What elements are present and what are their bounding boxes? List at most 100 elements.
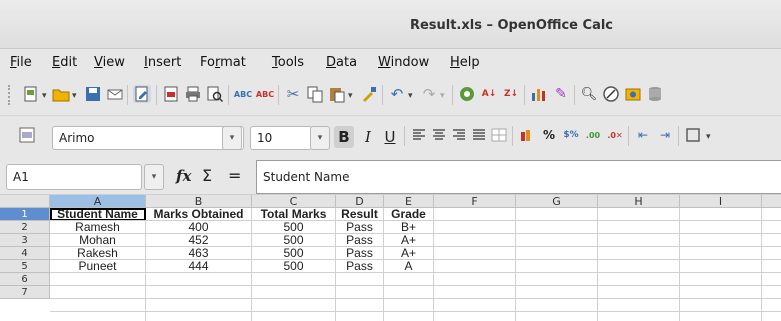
row-header[interactable]: 2	[0, 221, 50, 234]
paste-icon[interactable]	[328, 85, 346, 103]
align-left-icon[interactable]	[410, 126, 428, 144]
chevron-down-icon[interactable]: ▾	[348, 91, 353, 101]
align-center-icon[interactable]	[430, 126, 448, 144]
column-header[interactable]	[762, 195, 781, 208]
row-header[interactable]: 1	[0, 208, 50, 221]
row-header[interactable]: 6	[0, 273, 50, 286]
cell-a3[interactable]: Mohan	[50, 234, 146, 247]
navigator-icon[interactable]	[602, 85, 620, 103]
cell-c4[interactable]: 500	[252, 247, 336, 260]
cell-e5[interactable]: A	[384, 260, 434, 273]
column-header[interactable]: C	[252, 195, 336, 208]
autospellcheck-icon[interactable]: ABC	[256, 85, 274, 103]
cell-d3[interactable]: Pass	[336, 234, 384, 247]
decrease-indent-icon[interactable]: ⇤	[634, 126, 652, 144]
cell-b1[interactable]: Marks Obtained	[146, 208, 252, 221]
standard-format-icon[interactable]: $%	[562, 126, 580, 144]
percent-icon[interactable]: %	[540, 126, 558, 144]
column-header[interactable]: E	[384, 195, 434, 208]
cell-e4[interactable]: A+	[384, 247, 434, 260]
menu-data[interactable]: Data	[326, 55, 357, 70]
find-replace-icon[interactable]: 🔍︎	[580, 85, 598, 103]
menu-help[interactable]: Help	[450, 55, 480, 70]
cell-b2[interactable]: 400	[146, 221, 252, 234]
row-header[interactable]: 3	[0, 234, 50, 247]
cell-e2[interactable]: B+	[384, 221, 434, 234]
chevron-down-icon[interactable]: ▾	[408, 91, 413, 101]
menu-file[interactable]: File	[10, 55, 32, 70]
row-header[interactable]: 4	[0, 247, 50, 260]
cell-c1[interactable]: Total Marks	[252, 208, 336, 221]
draw-functions-icon[interactable]: ✎	[552, 85, 570, 103]
justify-icon[interactable]	[470, 126, 488, 144]
cell-b5[interactable]: 444	[146, 260, 252, 273]
cell-a5[interactable]: Puneet	[50, 260, 146, 273]
delete-decimal-icon[interactable]: .0✕	[606, 126, 624, 144]
sort-descending-icon[interactable]: Z↓	[502, 85, 520, 103]
column-header[interactable]: I	[680, 195, 762, 208]
bold-button[interactable]: B	[334, 126, 354, 148]
cell-b4[interactable]: 463	[146, 247, 252, 260]
copy-icon[interactable]	[306, 85, 324, 103]
borders-icon[interactable]	[684, 126, 702, 144]
currency-icon[interactable]	[518, 126, 536, 144]
cell-a2[interactable]: Ramesh	[50, 221, 146, 234]
underline-button[interactable]: U	[380, 126, 400, 148]
clone-formatting-icon[interactable]	[360, 85, 378, 103]
cell-c3[interactable]: 500	[252, 234, 336, 247]
redo-icon[interactable]: ↷	[420, 85, 438, 103]
chevron-down-icon[interactable]: ▾	[440, 91, 445, 101]
menu-insert[interactable]: Insert	[144, 55, 181, 70]
page-preview-icon[interactable]	[206, 85, 224, 103]
export-pdf-icon[interactable]	[162, 85, 180, 103]
column-header[interactable]: A	[50, 195, 146, 208]
name-box[interactable]: A1	[6, 164, 142, 190]
datasource-icon[interactable]	[646, 85, 664, 103]
increase-indent-icon[interactable]: ⇥	[656, 126, 674, 144]
select-all-corner[interactable]	[0, 195, 50, 208]
menu-edit[interactable]: Edit	[52, 55, 77, 70]
spellcheck-icon[interactable]: ABC	[234, 85, 252, 103]
column-header[interactable]: H	[598, 195, 680, 208]
column-header[interactable]: G	[516, 195, 598, 208]
styles-formatting-icon[interactable]	[18, 126, 36, 144]
font-name-field[interactable]: Arimo	[52, 126, 244, 150]
chevron-down-icon[interactable]: ▾	[42, 91, 47, 101]
formula-input[interactable]: Student Name	[256, 160, 781, 194]
chevron-down-icon[interactable]: ▾	[72, 91, 77, 101]
italic-button[interactable]: I	[358, 126, 378, 148]
spreadsheet-grid[interactable]: A B C D E F G H I 1 2 3 4 5 6 7 Student …	[0, 195, 781, 321]
menu-format[interactable]: Format	[200, 55, 246, 70]
menu-tools[interactable]: Tools	[272, 55, 304, 70]
cell-e3[interactable]: A+	[384, 234, 434, 247]
row-header[interactable]: 7	[0, 286, 50, 299]
column-header[interactable]: B	[146, 195, 252, 208]
undo-icon[interactable]: ↶	[388, 85, 406, 103]
cell-d5[interactable]: Pass	[336, 260, 384, 273]
sum-icon[interactable]: Σ	[202, 166, 212, 185]
cell-a1[interactable]: Student Name	[50, 208, 146, 221]
merge-cells-icon[interactable]	[490, 126, 508, 144]
edit-file-icon[interactable]	[133, 85, 151, 103]
cell-c5[interactable]: 500	[252, 260, 336, 273]
font-size-dropdown-button[interactable]: ▾	[310, 126, 330, 150]
function-icon[interactable]: =	[228, 166, 241, 185]
sort-ascending-icon[interactable]: A↓	[480, 85, 498, 103]
cell-b3[interactable]: 452	[146, 234, 252, 247]
hyperlink-icon[interactable]	[458, 85, 476, 103]
cell-d2[interactable]: Pass	[336, 221, 384, 234]
cell-d1[interactable]: Result	[336, 208, 384, 221]
chevron-down-icon[interactable]: ▾	[706, 132, 711, 142]
open-folder-icon[interactable]	[52, 85, 70, 103]
chart-icon[interactable]	[530, 85, 548, 103]
print-icon[interactable]	[184, 85, 202, 103]
function-wizard-icon[interactable]: fx	[176, 167, 191, 185]
gallery-icon[interactable]	[624, 85, 642, 103]
font-size-field[interactable]: 10	[250, 126, 312, 150]
column-header[interactable]: F	[434, 195, 516, 208]
save-icon[interactable]	[84, 85, 102, 103]
add-decimal-icon[interactable]: .00	[584, 126, 602, 144]
name-box-dropdown-button[interactable]: ▾	[144, 164, 164, 190]
empty-rows-area[interactable]	[50, 273, 434, 321]
column-header[interactable]: D	[336, 195, 384, 208]
